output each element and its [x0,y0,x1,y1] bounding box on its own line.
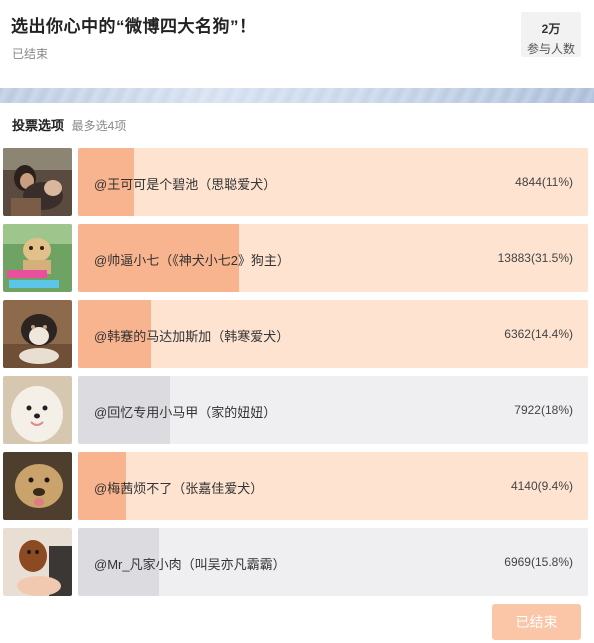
option-photo [3,528,72,596]
poll-option[interactable]: @韩蹇的马达加斯加（韩寒爱犬） 6362(14.4%) [0,298,594,368]
option-bar: @韩蹇的马达加斯加（韩寒爱犬） 6362(14.4%) [78,300,588,368]
poll-option[interactable]: @Mr_凡家小肉（叫吴亦凡霸霸） 6969(15.8%) [0,526,594,596]
option-label: @帅逼小七（《神犬小七2》狗主） [94,253,290,268]
option-bar: @帅逼小七（《神犬小七2》狗主） 13883(31.5%) [78,224,588,292]
option-votes: 13883(31.5%) [497,251,573,265]
option-bar: @Mr_凡家小肉（叫吴亦凡霸霸） 6969(15.8%) [78,528,588,596]
option-votes: 4140(9.4%) [510,479,573,493]
options-title: 投票选项 [12,118,65,133]
participants-box: 2万 参与人数 [521,12,581,57]
option-votes: 4844(11%) [515,175,573,189]
option-bar: @回忆专用小马甲（家的妞妞） 7922(18%) [78,376,588,444]
option-bar: @梅茜烦不了（张嘉佳爱犬） 4140(9.4%) [78,452,588,520]
poll-header: 选出你心中的“微博四大名狗”！ 已结束 2万 参与人数 [0,0,594,88]
option-photo [3,148,72,216]
option-label: @Mr_凡家小肉（叫吴亦凡霸霸） [94,557,286,572]
decorative-banner [0,88,594,103]
option-photo [3,452,72,520]
poll-option[interactable]: @梅茜烦不了（张嘉佳爱犬） 4140(9.4%) [0,450,594,520]
option-photo [3,300,72,368]
option-label: @韩蹇的马达加斯加（韩寒爱犬） [94,329,290,344]
option-label: @回忆专用小马甲（家的妞妞） [94,405,277,420]
option-label: @王可可是个碧池（思聪爱犬） [94,177,277,192]
option-bar: @王可可是个碧池（思聪爱犬） 4844(11%) [78,148,588,216]
option-votes: 6362(14.4%) [504,327,573,341]
poll-ended-button[interactable]: 已结束 [492,604,581,640]
option-label: @梅茜烦不了（张嘉佳爱犬） [94,481,264,496]
option-votes: 7922(18%) [514,403,573,417]
poll-option[interactable]: @王可可是个碧池（思聪爱犬） 4844(11%) [0,146,594,216]
participants-count: 2万 [541,22,561,36]
poll-option[interactable]: @回忆专用小马甲（家的妞妞） 7922(18%) [0,374,594,444]
option-votes: 6969(15.8%) [504,555,573,569]
option-photo [3,376,72,444]
option-photo [3,224,72,292]
options-hint: 最多选4项 [71,119,127,133]
poll-status: 已结束 [12,47,49,61]
options-header: 投票选项 最多选4项 [12,115,126,134]
poll-title: 选出你心中的“微博四大名狗”！ [11,17,257,36]
participants-label: 参与人数 [526,42,575,56]
poll-option[interactable]: @帅逼小七（《神犬小七2》狗主） 13883(31.5%) [0,222,594,292]
